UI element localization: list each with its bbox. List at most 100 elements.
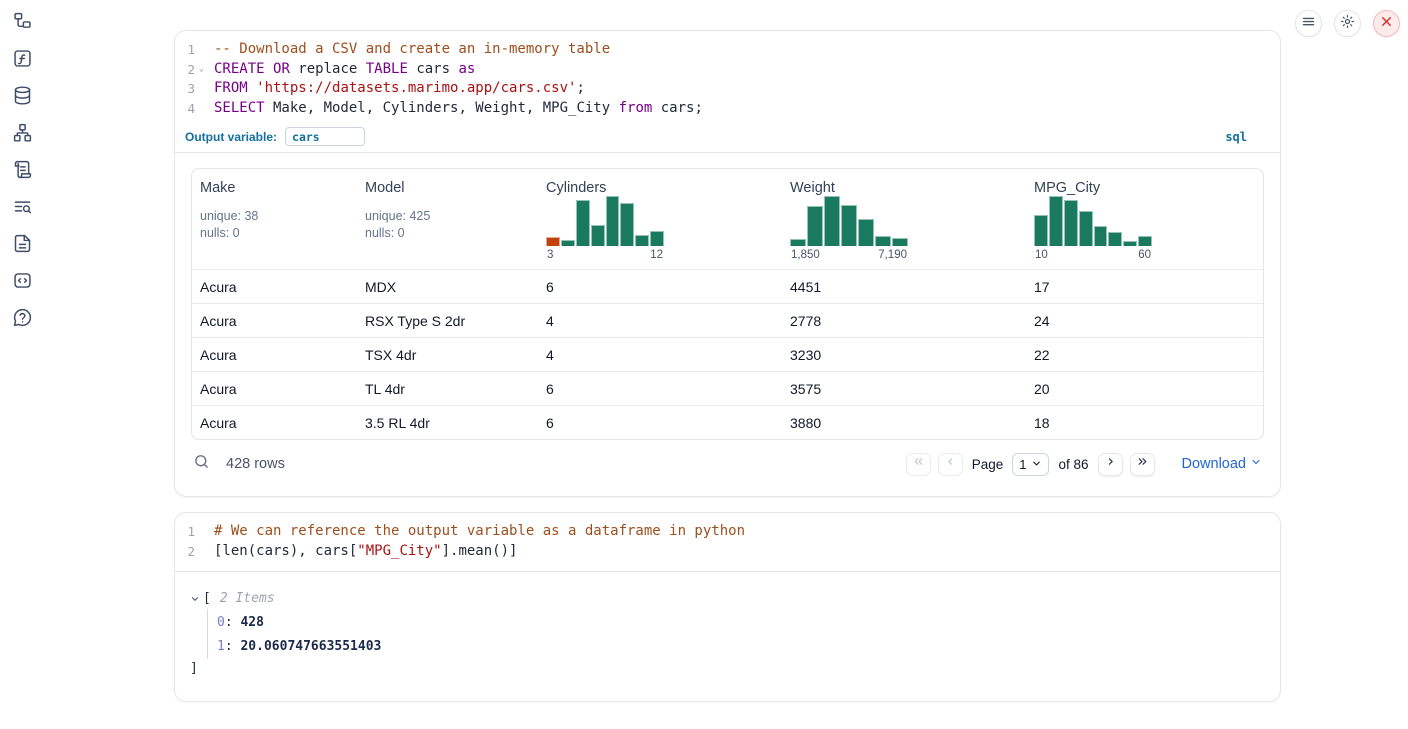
- python-code-editor[interactable]: 1# We can reference the output variable …: [175, 513, 1280, 571]
- code-line: 1 -- Download a CSV and create an in-memo…: [175, 40, 1270, 60]
- function-square-icon: [12, 48, 33, 74]
- table-cell: TSX 4dr: [357, 338, 538, 371]
- previous-page-button[interactable]: [938, 453, 963, 476]
- output-variable-input[interactable]: [285, 127, 365, 146]
- code-line: 2[len(cars), cars["MPG_City"].mean()]: [175, 542, 1270, 562]
- sidebar-item-outline[interactable]: [11, 198, 33, 220]
- bracket-open: [: [203, 589, 211, 609]
- shutdown-button[interactable]: [1373, 10, 1400, 37]
- row-count: 428 rows: [226, 456, 285, 472]
- next-page-button[interactable]: [1098, 453, 1123, 476]
- notebook-menu-button[interactable]: [1295, 10, 1322, 37]
- table-cell: 3880: [782, 406, 1026, 439]
- table-header: Make unique: 38nulls: 0Modelunique: 425nu…: [192, 169, 1263, 269]
- histogram-bar: [824, 196, 840, 246]
- sidebar-item-dependencies[interactable]: [11, 124, 33, 146]
- table-cell: 17: [1026, 270, 1263, 303]
- file-text-icon: [12, 233, 33, 259]
- page-select[interactable]: 1: [1012, 453, 1049, 476]
- axis-min-label: 10: [1035, 249, 1048, 261]
- sql-code-editor[interactable]: 1 -- Download a CSV and create an in-memo…: [175, 31, 1280, 125]
- page-total-label: of 86: [1058, 457, 1088, 472]
- axis-max-label: 12: [650, 249, 663, 261]
- column-stats: unique: 38nulls: 0: [200, 208, 349, 241]
- sidebar-item-snippets[interactable]: [11, 272, 33, 294]
- fold-gutter: [195, 40, 208, 60]
- last-page-button[interactable]: [1130, 453, 1155, 476]
- pagination: Page 1 of 86: [906, 453, 1155, 476]
- table-cell: 22: [1026, 338, 1263, 371]
- table-cell: 3575: [782, 372, 1026, 405]
- fold-gutter: [195, 542, 208, 562]
- table-cell: TL 4dr: [357, 372, 538, 405]
- code-text: -- Download a CSV and create an in-memor…: [214, 40, 610, 60]
- close-icon: [1379, 14, 1394, 34]
- histogram-bar: [1049, 196, 1063, 246]
- fold-gutter: [195, 79, 208, 99]
- histogram-bars: [1034, 196, 1152, 246]
- items-summary: 2 Items: [220, 589, 275, 609]
- table-row[interactable]: AcuraMDX6445117: [192, 269, 1263, 303]
- column-header-model[interactable]: Modelunique: 425nulls: 0: [357, 169, 538, 269]
- table-cell: 18: [1026, 406, 1263, 439]
- code-text: FROM 'https://datasets.marimo.app/cars.c…: [214, 79, 585, 99]
- table-cell: 4: [538, 338, 782, 371]
- settings-button[interactable]: [1334, 10, 1361, 37]
- column-header-weight[interactable]: Weight1,8507,190: [782, 169, 1026, 269]
- page-select-value: 1: [1019, 457, 1026, 472]
- list-search-icon: [12, 196, 33, 222]
- code-line: 3FROM 'https://datasets.marimo.app/cars.…: [175, 79, 1270, 99]
- column-label: Make: [200, 180, 349, 196]
- output-variable-row: Output variable: sql: [175, 125, 1280, 153]
- table-row[interactable]: AcuraTL 4dr6357520: [192, 371, 1263, 405]
- top-toolbar: [1295, 10, 1400, 37]
- column-header-make[interactable]: Make unique: 38nulls: 0: [192, 169, 357, 269]
- column-header-mpg_city[interactable]: MPG_City1060: [1026, 169, 1263, 269]
- histogram-bar: [858, 219, 874, 246]
- bracket-close: ]: [190, 659, 1264, 679]
- column-header-cylinders[interactable]: Cylinders 312: [538, 169, 782, 269]
- sidebar: [0, 0, 44, 729]
- sidebar-item-help[interactable]: [11, 309, 33, 331]
- sidebar-item-documentation[interactable]: [11, 235, 33, 257]
- histogram-bar: [807, 206, 823, 246]
- table-cell: Acura: [192, 338, 357, 371]
- table-row[interactable]: AcuraRSX Type S 2dr4277824: [192, 303, 1263, 337]
- sidebar-item-logs[interactable]: [11, 161, 33, 183]
- histogram-bar: [635, 235, 649, 246]
- sidebar-item-variables[interactable]: [11, 50, 33, 72]
- histogram-bars: [790, 196, 908, 246]
- sidebar-item-file-explorer[interactable]: [11, 13, 33, 35]
- table-cell: 20: [1026, 372, 1263, 405]
- column-stats: unique: 425nulls: 0: [365, 208, 530, 241]
- line-number: 1: [175, 40, 195, 60]
- language-badge: sql: [1225, 130, 1247, 144]
- tree-item: 1: 20.060747663551403: [217, 639, 1264, 654]
- download-button[interactable]: Download: [1182, 456, 1263, 472]
- histogram-bar: [841, 205, 857, 246]
- search-icon: [193, 453, 210, 475]
- histogram-bar: [1094, 226, 1108, 246]
- histogram-axis: 312: [546, 249, 664, 263]
- mpg_city-histogram: 10 60: [1034, 196, 1152, 263]
- axis-max-label: 60: [1138, 249, 1151, 261]
- table-body: AcuraMDX6445117AcuraRSX Type S 2dr427782…: [192, 269, 1263, 439]
- table-row[interactable]: AcuraTSX 4dr4323022: [192, 337, 1263, 371]
- table-search-button[interactable]: [193, 453, 215, 475]
- column-label: Cylinders: [546, 180, 774, 196]
- sidebar-item-datasources[interactable]: [11, 87, 33, 109]
- table-row[interactable]: Acura3.5 RL 4dr6388018: [192, 405, 1263, 439]
- histogram-bar: [546, 237, 560, 246]
- collapse-caret-icon[interactable]: [190, 594, 203, 604]
- scroll-icon: [12, 159, 33, 185]
- histogram-bar: [606, 196, 620, 246]
- code-line: 2⌄CREATE OR replace TABLE cars as: [175, 60, 1270, 80]
- chevron-down-icon: [1031, 457, 1042, 472]
- result-table: Make unique: 38nulls: 0Modelunique: 425nu…: [191, 168, 1264, 440]
- first-page-button[interactable]: [906, 453, 931, 476]
- code-text: # We can reference the output variable a…: [214, 522, 745, 542]
- fold-chevron-icon[interactable]: ⌄: [195, 60, 208, 80]
- histogram-bar: [892, 238, 908, 246]
- histogram-bar: [1079, 211, 1093, 246]
- histogram-axis: 10 60: [1034, 249, 1152, 263]
